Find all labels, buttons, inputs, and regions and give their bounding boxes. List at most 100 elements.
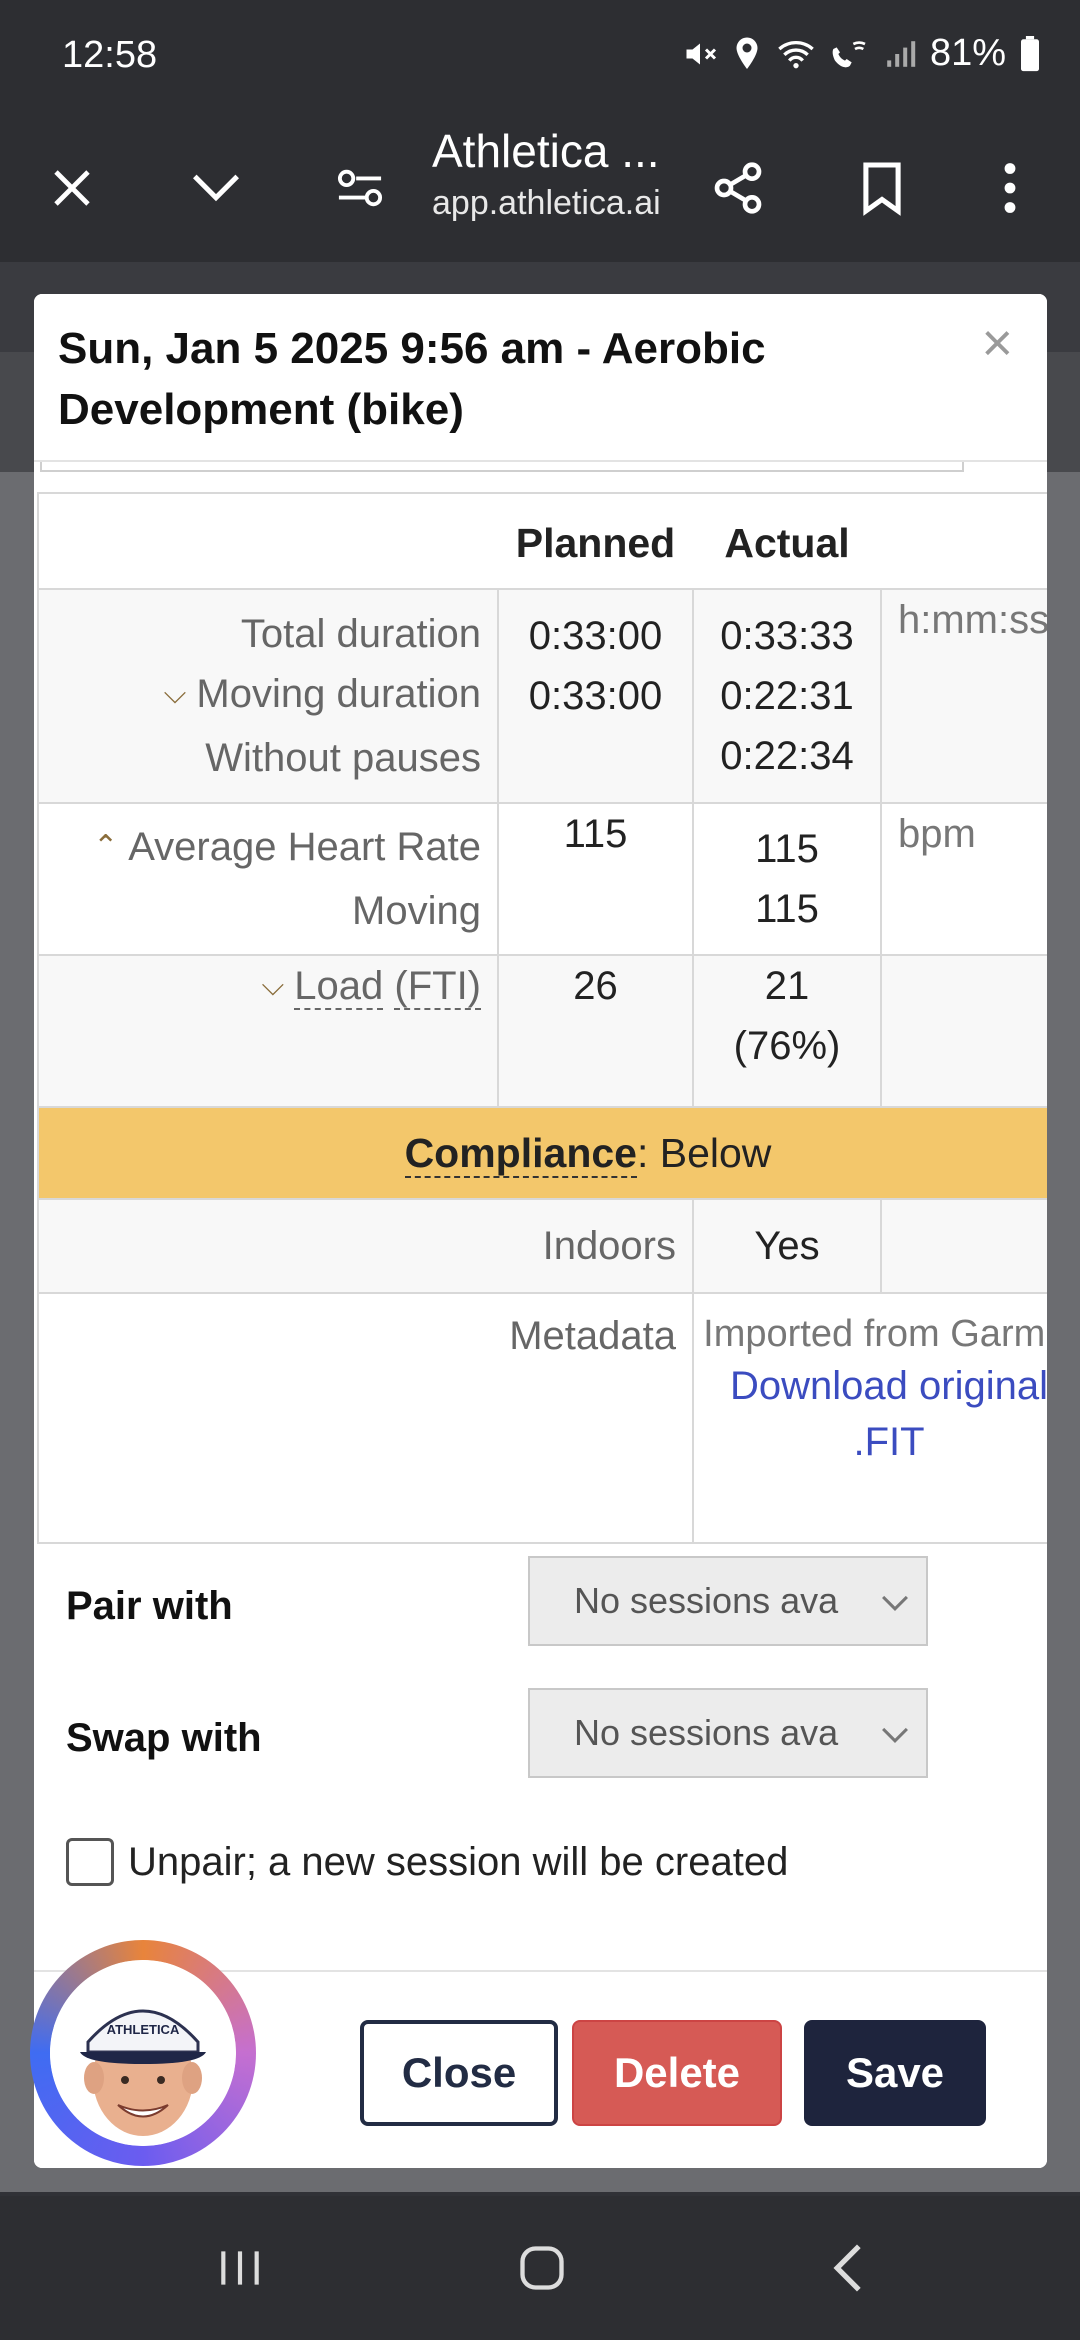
wifi-icon [778,40,814,68]
battery-icon [1021,35,1039,71]
system-nav-bar [0,2196,1080,2340]
header-planned: Planned [498,492,693,590]
metadata-text: Imported from Garmin [703,1313,1047,1355]
chevron-down-icon: ⌵ [163,677,187,710]
actual-total-duration: 0:33:33 [720,614,854,658]
back-icon [833,2244,861,2292]
home-icon [520,2246,564,2290]
avatar-face: ATHLETICA [50,1960,236,2146]
more-options-button[interactable] [960,114,1060,262]
close-tab-button[interactable] [22,114,122,262]
page-url: app.athletica.ai [432,184,661,222]
heart-rate-unit: bpm [898,812,976,856]
indoors-value: Yes [692,1198,882,1294]
back-button[interactable] [788,2196,908,2340]
chevron-up-icon: ⌃ [93,830,119,863]
signal-icon [887,40,916,67]
unpair-checkbox[interactable] [66,1838,114,1886]
mute-icon [686,43,716,64]
download-fit-link[interactable]: Download original .FIT [694,1358,1047,1470]
chevron-down-icon [882,1595,908,1611]
cap-text: ATHLETICA [107,2022,180,2037]
status-time: 12:58 [62,34,158,76]
chevron-down-icon [882,1727,908,1743]
metadata-label: Metadata [37,1292,694,1544]
modal-header: Sun, Jan 5 2025 9:56 am - Aerobic Develo… [34,294,1047,462]
compliance-row: Compliance: Below [37,1106,1047,1200]
coach-avatar[interactable]: ATHLETICA [30,1940,256,2166]
unpair-label[interactable]: Unpair; a new session will be created [128,1840,788,1885]
save-button[interactable]: Save [804,2020,986,2126]
heart-rate-label: Average Heart Rate [128,825,481,869]
swap-with-value: No sessions ava [574,1712,839,1753]
compliance-label[interactable]: Compliance [404,1129,637,1178]
load-row: ⌵ Load (FTI) 26 21 (76%) [37,954,1047,1108]
page-title: Athletica ... [432,125,660,177]
battery-text: 81% [929,32,1006,74]
location-icon [736,37,758,69]
actual-moving-duration: 0:22:31 [720,674,854,718]
swap-with-row: Swap with No sessions ava [34,1688,1047,1788]
unpair-row: Unpair; a new session will be created [66,1832,788,1892]
without-pauses-label: Without pauses [205,736,481,780]
share-button[interactable] [688,114,788,262]
load-label[interactable]: Load [294,964,384,1010]
actual-moving-heart-rate: 115 [755,887,819,931]
moving-duration-label: Moving duration [196,672,481,716]
pair-with-value: No sessions ava [574,1580,839,1621]
indoors-row: Indoors Yes [37,1198,1047,1294]
recents-button[interactable] [180,2196,300,2340]
recents-icon [221,2251,259,2285]
bookmark-button[interactable] [832,114,932,262]
share-icon [714,162,762,214]
actual-load: 21 [764,964,810,1008]
previous-field [40,462,964,472]
close-button[interactable]: Close [360,2020,558,2126]
home-button[interactable] [482,2196,602,2340]
site-settings-button[interactable] [310,114,410,262]
pair-with-label: Pair with [66,1584,233,1628]
browser-toolbar: Athletica ... app.athletica.ai [0,114,1080,262]
delete-button[interactable]: Delete [572,2020,782,2126]
modal-close-button[interactable]: × [981,316,1013,370]
metadata-row: Metadata Imported from Garmin Download o… [37,1292,1047,1544]
minimize-button[interactable] [166,114,266,262]
bookmark-icon [863,162,901,216]
moving-duration-toggle[interactable]: ⌵ Moving duration [39,664,481,728]
table-header-row: Planned Actual [37,492,1047,590]
status-bar: 12:58 81% [0,0,1080,114]
actual-heart-rate: 115 [755,827,819,871]
more-icon [1004,163,1016,213]
compliance-value: : Below [636,1129,772,1176]
pair-with-row: Pair with No sessions ava [34,1556,1047,1656]
planned-moving-duration: 0:33:00 [528,674,663,718]
session-modal: Sun, Jan 5 2025 9:56 am - Aerobic Develo… [34,294,1047,2168]
planned-load: 26 [573,964,618,1008]
total-duration-label: Total duration [240,612,481,656]
coach-illustration: ATHLETICA [50,1960,236,2146]
actual-without-pauses: 0:22:34 [720,734,854,778]
pair-with-select[interactable]: No sessions ava [528,1556,928,1646]
duration-unit: h:mm:ss [898,598,1047,642]
site-settings-icon [337,169,383,207]
chevron-down-icon [193,174,239,202]
indoors-label: Indoors [37,1198,694,1294]
load-fti-label[interactable]: (FTI) [394,964,481,1010]
actual-load-percent: (76%) [733,1024,841,1068]
heart-rate-toggle[interactable]: ⌃ Average Heart Rate [39,817,481,881]
duration-row: Total duration ⌵ Moving duration Without … [37,588,1047,804]
close-icon [54,170,90,206]
planned-heart-rate: 115 [563,812,628,856]
moving-hr-label: Moving [352,889,481,933]
swap-with-label: Swap with [66,1716,262,1760]
planned-total-duration: 0:33:00 [528,614,663,658]
chevron-down-icon: ⌵ [261,969,285,1002]
stats-table: Planned Actual Total duration ⌵ Moving du… [37,492,1047,1544]
page-title-area[interactable]: Athletica ... app.athletica.ai [432,124,682,223]
swap-with-select[interactable]: No sessions ava [528,1688,928,1778]
modal-title: Sun, Jan 5 2025 9:56 am - Aerobic Develo… [58,324,766,434]
heart-rate-row: ⌃ Average Heart Rate Moving 115 115 115 b… [37,802,1047,956]
load-toggle[interactable]: ⌵ Load (FTI) [39,956,481,1020]
wifi-call-icon [832,40,866,67]
header-actual: Actual [693,492,881,590]
